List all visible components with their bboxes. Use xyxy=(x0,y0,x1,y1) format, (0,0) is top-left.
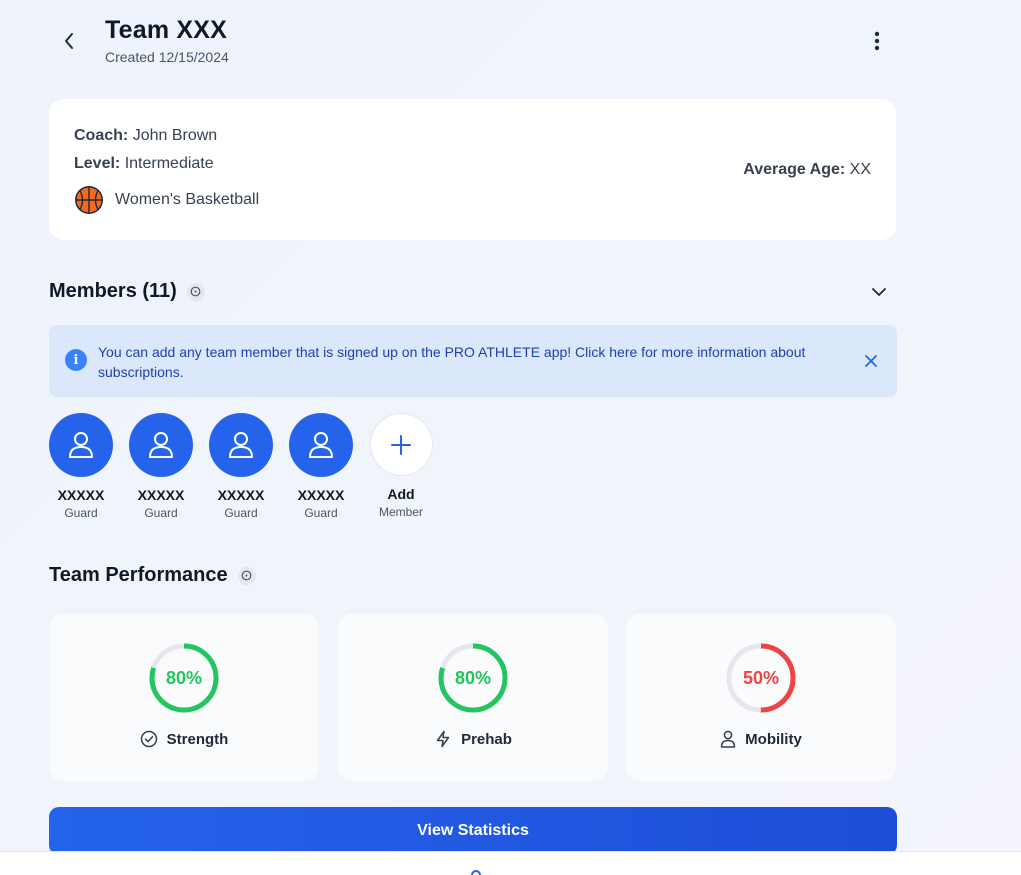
performance-label: Prehab xyxy=(461,730,512,748)
avatar[interactable] xyxy=(49,413,113,477)
close-icon xyxy=(865,355,877,367)
lightning-icon xyxy=(436,730,450,748)
performance-label-row: Prehab xyxy=(338,730,608,748)
members-title: Members (11) xyxy=(49,280,177,302)
average-age: Average Age: XX xyxy=(743,161,871,179)
members-info-icon[interactable] xyxy=(186,282,205,301)
level-value: Intermediate xyxy=(124,155,214,172)
avatar[interactable] xyxy=(209,413,273,477)
created-date: Created 12/15/2024 xyxy=(105,49,229,65)
performance-label: Strength xyxy=(166,730,229,748)
bottom-nav-indicator-icon xyxy=(471,870,481,875)
member-role: Guard xyxy=(64,506,98,520)
check-circle-icon xyxy=(140,730,157,748)
performance-card-strength[interactable]: 80% Strength xyxy=(49,614,319,781)
chevron-down-icon xyxy=(872,288,886,296)
add-member-button[interactable]: Add Member xyxy=(369,413,433,519)
progress-value: 80% xyxy=(165,667,203,688)
progress-ring: 80% xyxy=(437,642,509,714)
person-icon xyxy=(720,730,736,748)
chevron-left-icon xyxy=(65,33,73,49)
performance-card-prehab[interactable]: 80% Prehab xyxy=(338,614,608,781)
member-role: Guard xyxy=(144,506,178,520)
coach-label: Coach: xyxy=(74,127,129,144)
member-item[interactable]: XXXXX Guard xyxy=(209,413,273,520)
member-item[interactable]: XXXXX Guard xyxy=(129,413,193,520)
view-statistics-button[interactable]: View Statistics xyxy=(49,807,897,855)
coach-row: Coach: John Brown xyxy=(74,127,217,145)
members-header: Members (11) xyxy=(49,280,205,303)
avatar[interactable] xyxy=(289,413,353,477)
average-age-label: Average Age: xyxy=(743,161,846,178)
member-name: XXXXX xyxy=(137,487,185,503)
progress-value: 80% xyxy=(454,667,492,688)
member-item[interactable]: XXXXX Guard xyxy=(289,413,353,520)
info-banner-text[interactable]: You can add any team member that is sign… xyxy=(98,342,858,382)
performance-header: Team Performance xyxy=(49,564,256,587)
sport-name: Women's Basketball xyxy=(115,191,260,208)
back-button[interactable] xyxy=(56,28,82,54)
sport-row: Women's Basketball xyxy=(74,185,259,215)
member-role: Guard xyxy=(224,506,258,520)
level-label: Level: xyxy=(74,155,121,172)
progress-ring: 50% xyxy=(725,642,797,714)
performance-label-row: Strength xyxy=(49,730,319,748)
member-item[interactable]: XXXXX Guard xyxy=(49,413,113,520)
user-icon xyxy=(309,432,333,458)
page-title: Team XXX xyxy=(105,16,228,44)
member-name: XXXXX xyxy=(57,487,105,503)
kebab-menu-icon xyxy=(874,31,880,51)
plus-icon xyxy=(391,434,411,455)
info-icon: i xyxy=(65,349,87,371)
performance-card-mobility[interactable]: 50% Mobility xyxy=(626,614,896,781)
more-options-button[interactable] xyxy=(866,28,888,54)
user-icon xyxy=(149,432,173,458)
progress-value: 50% xyxy=(742,667,780,688)
progress-ring: 80% xyxy=(148,642,220,714)
performance-info-icon[interactable] xyxy=(237,566,256,585)
user-icon xyxy=(229,432,253,458)
member-name: XXXXX xyxy=(217,487,265,503)
level-row: Level: Intermediate xyxy=(74,155,214,173)
performance-title: Team Performance xyxy=(49,564,228,586)
member-name: XXXXX xyxy=(297,487,345,503)
close-banner-button[interactable] xyxy=(860,350,882,372)
average-age-value: XX xyxy=(849,161,871,178)
bottom-bar xyxy=(0,851,1021,875)
avatar[interactable] xyxy=(129,413,193,477)
members-collapse-button[interactable] xyxy=(867,280,891,304)
add-member-avatar[interactable] xyxy=(369,413,433,476)
performance-label: Mobility xyxy=(745,730,802,748)
add-member-label: Add xyxy=(387,486,415,502)
user-icon xyxy=(69,432,93,458)
add-member-sublabel: Member xyxy=(378,505,423,519)
performance-label-row: Mobility xyxy=(626,730,896,748)
coach-name: John Brown xyxy=(132,127,218,144)
basketball-icon xyxy=(75,186,103,214)
member-role: Guard xyxy=(304,506,338,520)
